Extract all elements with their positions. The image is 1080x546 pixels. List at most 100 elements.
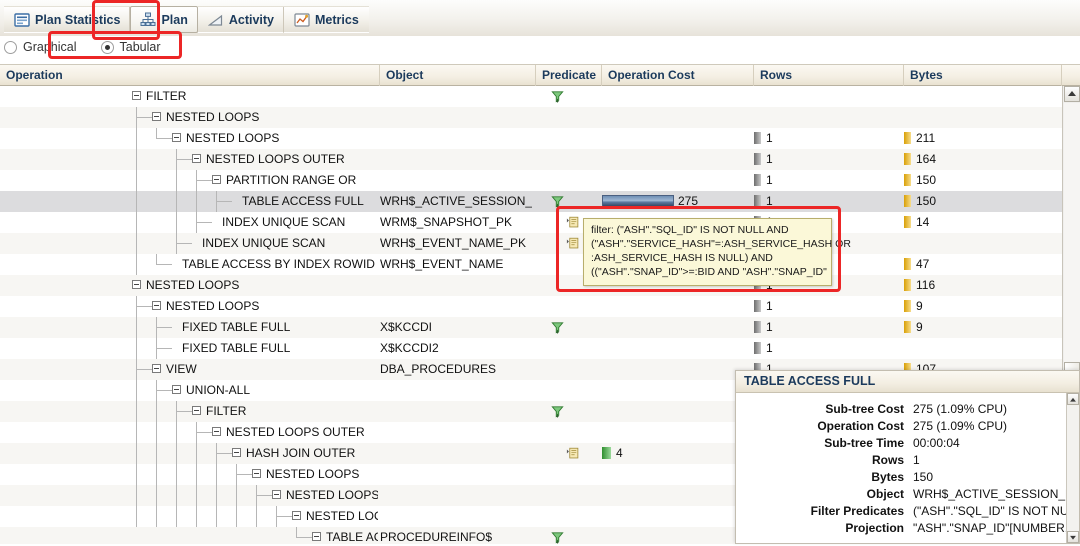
detail-field-label: Rows — [871, 453, 904, 467]
table-row[interactable]: NESTED LOOPS 1 211 — [0, 128, 1062, 149]
cell-operation[interactable]: PARTITION RANGE OR — [0, 170, 378, 191]
rows-bar — [754, 342, 761, 354]
table-row[interactable]: TABLE ACCESS FULL WRH$_ACTIVE_SESSION_HIS… — [0, 191, 1062, 212]
column-header-bytes[interactable]: Bytes — [904, 65, 1062, 86]
table-row[interactable]: NESTED LOOPS — [0, 107, 1062, 128]
table-row[interactable]: INDEX UNIQUE SCANWRM$_SNAPSHOT_PK114 — [0, 212, 1062, 233]
tree-elbow-horizontal — [157, 390, 172, 391]
table-row[interactable]: NESTED LOOPS OUTER 1 164 — [0, 149, 1062, 170]
cell-operation[interactable]: NESTED LOOPS — [0, 296, 378, 317]
cell-operation[interactable]: TABLE ACCESS BY INDEX RO... — [0, 527, 378, 544]
detail-panel-scrollbar[interactable] — [1066, 393, 1079, 543]
operation-label: TABLE ACCESS BY INDEX ROWID — [182, 257, 375, 271]
rows-value: 1 — [766, 131, 773, 145]
cell-operation[interactable]: VIEW — [0, 359, 378, 380]
operation-label: NESTED LOOPS — [286, 488, 378, 502]
detail-scroll-up-button[interactable] — [1067, 393, 1079, 405]
table-row[interactable]: FIXED TABLE FULL X$KCCDI 1 9 — [0, 317, 1062, 338]
tree-expander-toggle[interactable] — [192, 154, 201, 163]
cell-predicate — [536, 359, 600, 380]
radio-graphical[interactable] — [4, 40, 17, 54]
tree-expander-toggle[interactable] — [152, 301, 161, 310]
bytes-value: 150 — [916, 173, 937, 187]
cell-rows — [754, 86, 902, 107]
tree-expander-toggle[interactable] — [252, 469, 261, 478]
cell-operation[interactable]: NESTED LOOPS OUTER — [0, 149, 378, 170]
column-header-operation-cost[interactable]: Operation Cost — [602, 65, 754, 86]
tree-expander-toggle[interactable] — [132, 91, 141, 100]
tree-guide-line — [176, 212, 177, 233]
detail-panel-title: TABLE ACCESS FULL — [736, 371, 1079, 393]
tree-expander-toggle[interactable] — [232, 448, 241, 457]
detail-field-value: 275 (1.09% CPU) — [913, 402, 1008, 416]
filter-icon[interactable] — [550, 320, 565, 335]
cell-operation[interactable]: NESTED LOOPS — [0, 464, 378, 485]
cell-object — [380, 443, 532, 464]
cell-operation-cost — [602, 149, 752, 170]
cell-operation[interactable]: INDEX UNIQUE SCAN — [0, 233, 378, 254]
tab-metrics[interactable]: Metrics — [284, 6, 369, 33]
tree-expander-toggle[interactable] — [172, 385, 181, 394]
tree-expander-toggle[interactable] — [192, 406, 201, 415]
column-header-rows[interactable]: Rows — [754, 65, 904, 86]
column-header-operation[interactable]: Operation — [0, 65, 380, 86]
table-row[interactable]: FIXED TABLE FULL X$KCCDI2 1 — [0, 338, 1062, 359]
tree-guide-line — [136, 254, 137, 275]
table-row[interactable]: NESTED LOOPS 1 9 — [0, 296, 1062, 317]
cell-operation[interactable]: NESTED LOOPS — [0, 128, 378, 149]
tree-expander-toggle[interactable] — [272, 490, 281, 499]
tree-expander-toggle[interactable] — [152, 364, 161, 373]
bytes-value: 9 — [916, 299, 923, 313]
cell-object: WRH$_ACTIVE_SESSION_HIST — [380, 194, 532, 208]
bytes-value: 47 — [916, 257, 930, 271]
operation-label: NESTED LOOPS — [266, 467, 360, 481]
tree-expander-toggle[interactable] — [172, 133, 181, 142]
tree-expander-toggle[interactable] — [292, 511, 301, 520]
detail-field-label: Projection — [845, 521, 904, 535]
cell-operation[interactable]: FILTER — [0, 86, 378, 107]
cell-operation[interactable]: NESTED LOOPS — [0, 107, 378, 128]
table-row[interactable]: TABLE ACCESS BY INDEX ROWID WRH$_EVENT_NA… — [0, 254, 1062, 275]
predicate-note-icon[interactable] — [566, 447, 580, 460]
cell-operation[interactable]: NESTED LOOPS OUTER — [0, 422, 378, 443]
tree-expander-toggle[interactable] — [132, 280, 141, 289]
tree-expander-toggle[interactable] — [212, 427, 221, 436]
table-row[interactable]: FILTER — [0, 86, 1062, 107]
cell-operation[interactable]: FILTER — [0, 401, 378, 422]
tree-guide-line — [216, 464, 217, 485]
scroll-up-button[interactable] — [1064, 86, 1080, 102]
cell-operation[interactable]: FIXED TABLE FULL — [0, 338, 378, 359]
cell-operation[interactable]: UNION-ALL — [0, 380, 378, 401]
tree-guide-line — [136, 233, 137, 254]
cell-operation[interactable]: INDEX UNIQUE SCAN — [0, 212, 378, 233]
cell-bytes — [904, 338, 1054, 359]
cell-bytes — [904, 107, 1054, 128]
cell-operation[interactable]: NESTED LOOPS — [0, 485, 378, 506]
tree-guide-line — [136, 338, 137, 359]
cell-operation[interactable]: FIXED TABLE FULL — [0, 317, 378, 338]
tab-activity[interactable]: Activity — [197, 6, 285, 33]
tree-expander-toggle[interactable] — [312, 532, 321, 541]
cell-operation[interactable]: NESTED LOOPS — [0, 506, 378, 527]
table-row[interactable]: INDEX UNIQUE SCANWRH$_EVENT_NAME_PK1 — [0, 233, 1062, 254]
detail-scroll-down-button[interactable] — [1067, 531, 1079, 543]
filter-icon[interactable] — [550, 89, 565, 104]
cell-operation[interactable]: TABLE ACCESS BY INDEX ROWID — [0, 254, 378, 275]
detail-row: Filter Predicates ("ASH"."SQL_ID" IS NOT … — [736, 503, 1066, 520]
tree-elbow-horizontal — [157, 327, 172, 328]
tree-expander-toggle[interactable] — [152, 112, 161, 121]
cell-operation[interactable]: HASH JOIN OUTER — [0, 443, 378, 464]
tree-expander-toggle[interactable] — [212, 175, 221, 184]
cell-operation[interactable]: TABLE ACCESS FULL — [0, 191, 378, 212]
filter-icon[interactable] — [550, 530, 565, 544]
column-header-object[interactable]: Object — [380, 65, 536, 86]
table-row[interactable]: NESTED LOOPS1116 — [0, 275, 1062, 296]
detail-field-value: "ASH"."SNAP_ID"[NUMBER,22] — [913, 521, 1066, 535]
filter-icon[interactable] — [550, 404, 565, 419]
tree-guide-line — [136, 464, 137, 485]
cell-predicate — [536, 401, 600, 422]
cell-bytes: 14 — [904, 212, 1054, 233]
cell-operation[interactable]: NESTED LOOPS — [0, 275, 378, 296]
column-header-predicate[interactable]: Predicate — [536, 65, 602, 86]
table-row[interactable]: PARTITION RANGE OR 1 150 — [0, 170, 1062, 191]
